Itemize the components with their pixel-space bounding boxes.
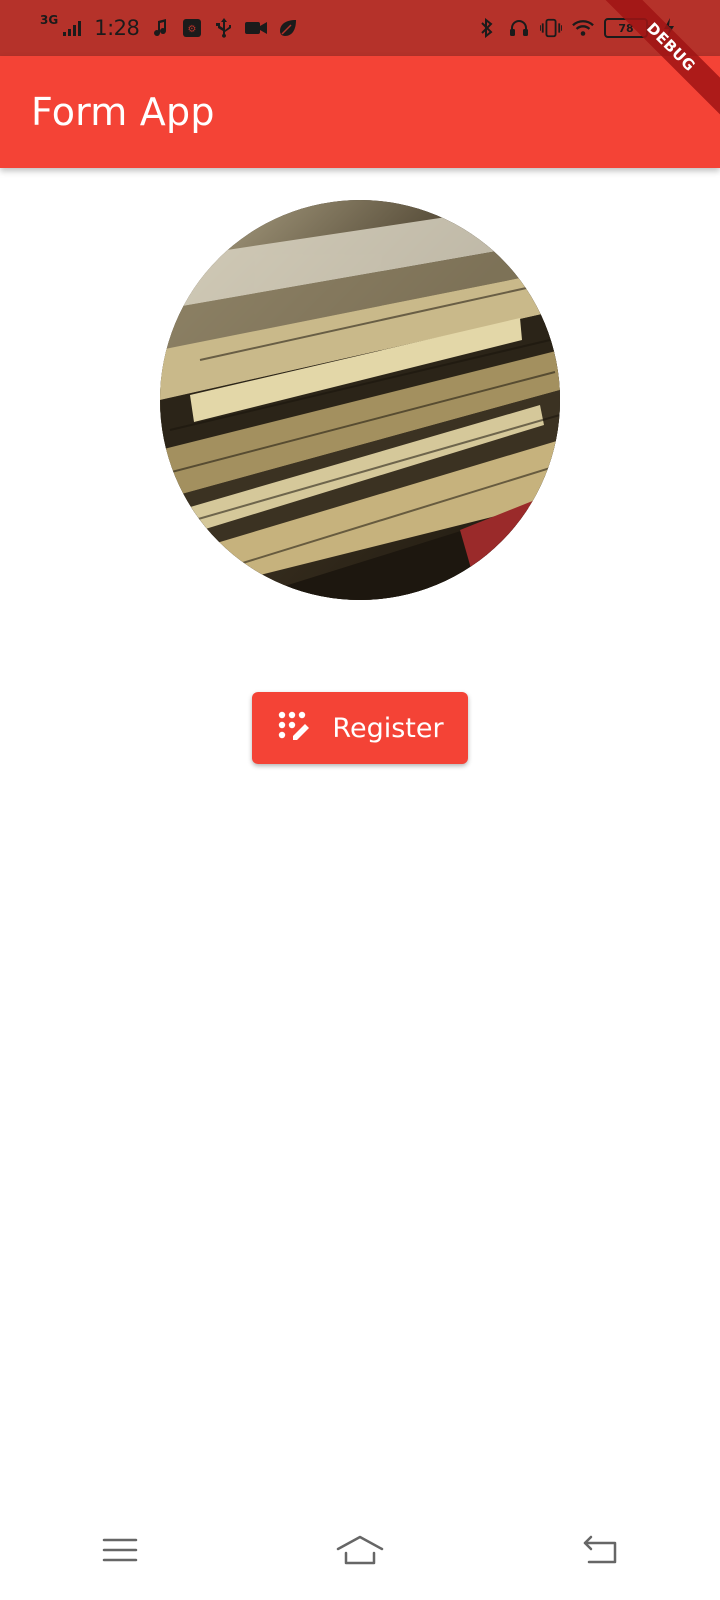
home-icon	[336, 1535, 384, 1565]
network-type: 3G	[40, 13, 59, 27]
system-nav-bar	[0, 1500, 720, 1600]
nav-menu-button[interactable]	[80, 1520, 160, 1580]
usb-icon	[213, 17, 235, 39]
bluetooth-icon	[476, 17, 498, 39]
menu-icon	[102, 1538, 138, 1562]
leaf-icon	[277, 17, 299, 39]
nav-back-button[interactable]	[560, 1520, 640, 1580]
status-bar-right: 78	[476, 0, 680, 56]
signal-icon	[62, 17, 84, 39]
back-icon	[583, 1535, 617, 1564]
app-title: Form App	[31, 90, 215, 134]
charging-icon	[658, 17, 680, 39]
battery-level: 78	[618, 21, 634, 35]
status-bar-left: 3G 1:28 ⚙	[40, 0, 299, 56]
video-icon	[245, 17, 268, 39]
wifi-icon	[572, 17, 594, 39]
screen: 3G 1:28 ⚙ 78 DEBUG Form App Register	[0, 0, 720, 1600]
record-crates-photo	[160, 200, 560, 600]
usb-debug-icon: ⚙	[181, 17, 203, 39]
clock: 1:28	[94, 16, 140, 40]
battery-indicator: 78	[604, 18, 651, 38]
app-registration-icon	[276, 709, 312, 748]
headphones-icon	[508, 17, 530, 39]
avatar-image	[160, 200, 560, 600]
app-bar: Form App	[0, 56, 720, 168]
register-button[interactable]: Register	[252, 692, 468, 764]
vibrate-icon	[540, 17, 562, 39]
music-icon	[149, 17, 171, 39]
status-bar: 3G 1:28 ⚙ 78	[0, 0, 720, 56]
svg-text:⚙: ⚙	[188, 24, 197, 35]
nav-home-button[interactable]	[320, 1520, 400, 1580]
register-button-label: Register	[332, 712, 444, 744]
